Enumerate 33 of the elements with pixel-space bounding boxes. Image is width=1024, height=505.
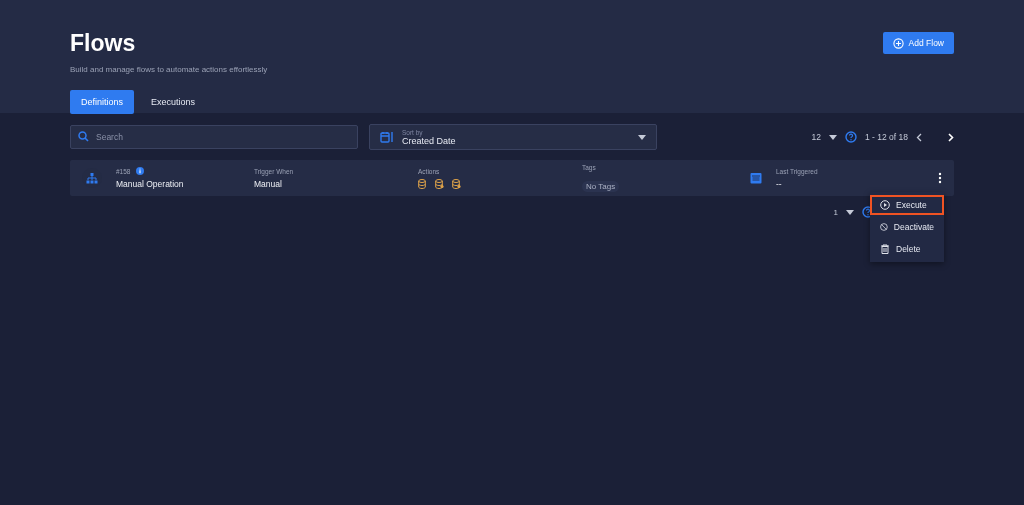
play-icon [880,200,890,210]
trash-icon [880,244,890,254]
database-icon [418,178,427,189]
caret-icon [846,209,854,215]
calendar-sort-icon [380,131,394,143]
tab[interactable]: Executions [140,90,207,114]
page-number[interactable]: 1 [833,207,838,217]
menu-item[interactable]: Execute [870,195,944,215]
previous-icon[interactable] [916,132,922,142]
ban-icon [880,222,888,232]
help-icon [845,131,857,143]
info-icon [136,167,145,175]
next-icon[interactable] [948,132,954,142]
page-size[interactable]: 12 [811,132,821,142]
trigger-value: Manual [254,178,283,189]
more-icon[interactable] [938,172,942,184]
add-flow-button[interactable]: Add Flow [882,32,954,54]
database-icon [435,178,444,189]
page-title: Flows [70,30,137,57]
tag-chip: No Tags [582,180,620,192]
search-field[interactable]: Search [70,125,358,149]
page-subtitle: Build and manage flows to automate actions effortlessly [70,65,268,74]
page-range: 1 - 12 of 18 [865,132,908,142]
plus-circle-icon [892,37,904,49]
caret-icon [638,134,646,140]
flow-name: Manual Operation [116,179,185,189]
last-triggered-value: -- [776,178,783,189]
calendar-icon [750,172,762,184]
menu-item[interactable]: Delete [870,239,944,259]
tab[interactable]: Definitions [70,90,135,114]
menu-item[interactable]: Deactivate [870,217,944,237]
database-icon [452,178,461,189]
caret-icon [829,134,837,140]
